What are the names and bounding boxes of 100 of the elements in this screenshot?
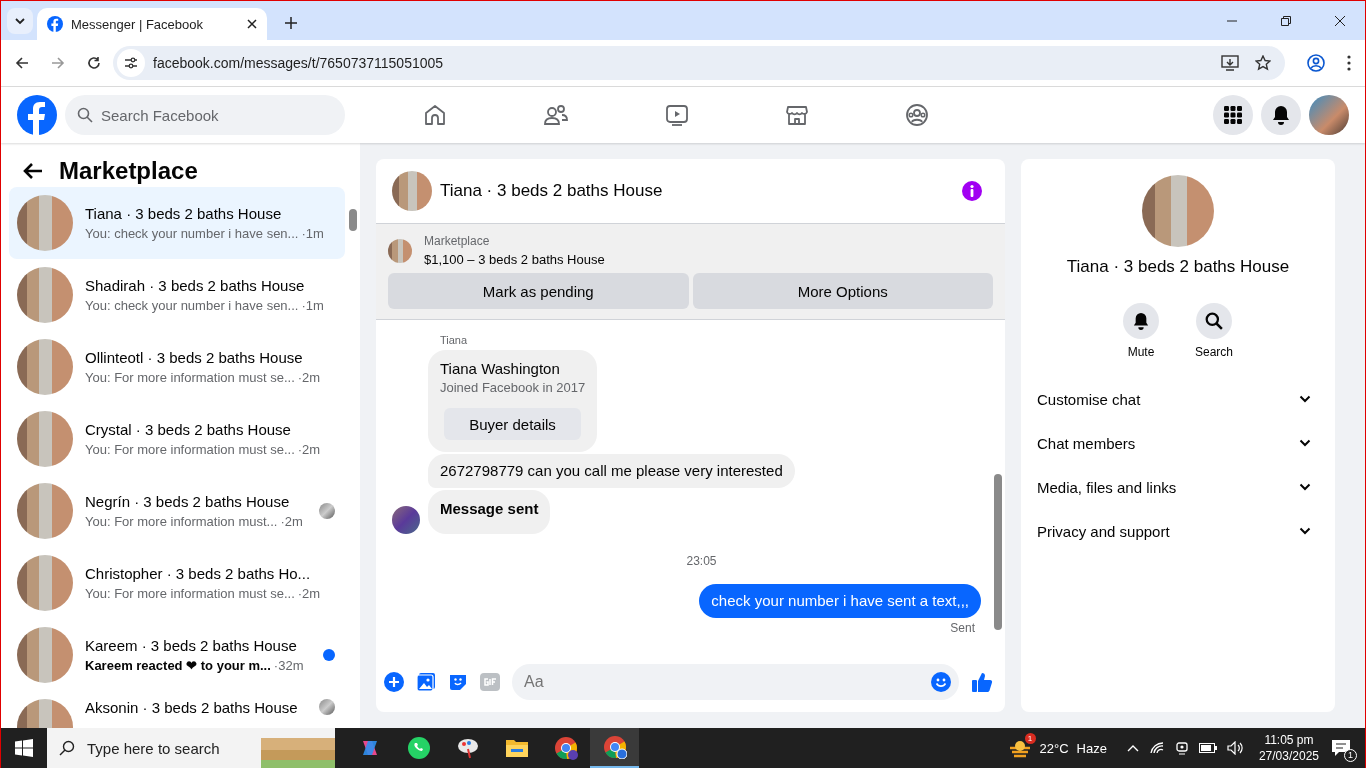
plus-icon[interactable] [384,672,404,692]
collapsible-section[interactable]: Chat members [1029,421,1327,465]
forward-icon[interactable] [51,56,65,70]
delivery-status: Sent [950,621,975,635]
marketplace-icon[interactable] [785,103,809,127]
conversation-name: Crystal · 3 beds 2 baths House [85,421,292,438]
notifications-button[interactable] [1261,95,1301,135]
camera-icon[interactable] [1174,741,1189,755]
new-tab-icon[interactable] [285,17,297,29]
browser-tab[interactable]: Messenger | Facebook [37,8,267,40]
listing-action-button[interactable]: Mark as pending [388,273,689,309]
search-button[interactable] [1196,303,1232,339]
temperature-text: 22°C [1039,740,1069,756]
weather-icon[interactable] [1007,738,1032,758]
conversation-item[interactable]: Christopher · 3 beds 2 baths Ho... You: For more information must se... ·2m [9,547,345,619]
info-icon[interactable] [961,180,983,202]
message-time: ·2m [297,586,321,601]
message-preview: Kareem reacted ❤ to your m... [85,658,271,673]
conversation-item[interactable]: Tiana · 3 beds 2 baths House You: check your number i have sen... ·1m [9,187,345,259]
message-time: ·1m [301,226,324,241]
clock[interactable]: 11:05 pm 27/03/2025 [1258,732,1319,764]
conversation-name: Negrín · 3 beds 2 baths House [85,493,291,510]
message-time: ·1m [301,298,324,313]
sidebar-title: Marketplace [59,157,198,185]
conversation-item[interactable]: Crystal · 3 beds 2 baths House You: For more information must se... ·2m [9,403,345,475]
chrome-app-icon[interactable] [590,728,639,768]
address-bar[interactable]: facebook.com/messages/t/7650737115051005 [113,46,1285,80]
message-time: ·2m [297,442,321,457]
emoji-icon[interactable] [931,672,951,692]
bookmark-star-icon[interactable] [1255,55,1271,71]
conversation-name: Ollinteotl · 3 beds 2 baths House [85,349,304,366]
house-photo-placeholder [17,339,73,395]
conversation-item[interactable]: Ollinteotl · 3 beds 2 baths House You: For more information must se... ·2m [9,331,345,403]
conversation-item[interactable]: Kareem · 3 beds 2 baths House Kareem reacted ❤ to your m... ·32m [9,619,345,691]
listing-action-button[interactable]: More Options [692,273,993,309]
house-photo-placeholder [17,411,73,467]
sender-name: Tiana [440,334,468,346]
windows-start-icon[interactable] [15,739,33,757]
bell-icon [1272,105,1290,125]
sticker-icon[interactable] [448,672,468,692]
notification-count: 1 [1344,749,1357,762]
search-field[interactable]: Search Facebook [65,95,345,135]
groups-icon[interactable] [905,103,929,127]
install-app-icon[interactable] [1221,55,1239,71]
search-icon [1205,312,1223,330]
chevron-down-icon [14,15,26,27]
home-icon[interactable] [423,103,447,127]
conversation-name: Christopher · 3 beds 2 baths Ho... [85,565,312,582]
seen-avatar [319,699,335,715]
battery-icon[interactable] [1198,743,1217,753]
back-arrow-icon[interactable] [23,162,43,180]
profile-icon[interactable] [1307,54,1325,72]
mute-button[interactable] [1123,303,1159,339]
back-icon[interactable] [15,56,29,70]
conversation-title: Tiana · 3 beds 2 baths House [1066,257,1290,277]
house-photo-placeholder [17,483,73,539]
clock-date: 27/03/2025 [1258,748,1319,764]
buyer-joined-text: Joined Facebook in 2017 [440,380,586,395]
message-input-field[interactable]: Aa [512,664,959,700]
reload-icon[interactable] [87,56,101,70]
volume-icon[interactable] [1226,741,1245,755]
message-preview: You: For more information must se... [85,586,295,601]
close-window-icon[interactable] [1335,16,1345,26]
message-bubble: check your number i have sent a text,,, [699,584,981,618]
seen-avatar [319,503,335,519]
url-text: facebook.com/messages/t/7650737115051005 [153,55,444,71]
message-time: ·32m [273,658,304,673]
house-photo-placeholder [392,171,432,211]
bell-icon [1133,312,1149,330]
buyer-details-button[interactable]: Buyer details [444,408,581,440]
menu-button[interactable] [1213,95,1253,135]
friends-icon[interactable] [543,103,569,127]
restore-icon[interactable] [1281,16,1291,26]
chevron-up-icon[interactable] [1126,744,1139,752]
timestamp: 23:05 [686,554,717,568]
close-icon[interactable] [247,19,257,29]
weather-condition: Haze [1076,740,1107,756]
conversation-item[interactable]: Negrín · 3 beds 2 baths House You: For more information must... ·2m [9,475,345,547]
profile-avatar[interactable] [1309,95,1349,135]
menu-icon[interactable] [1347,55,1351,71]
taskbar-search-field[interactable]: Type here to search [47,728,261,768]
house-photo-placeholder [388,238,412,263]
search-icon [77,107,93,123]
message-preview: You: For more information must se... [85,370,295,385]
conversation-item[interactable]: Shadirah · 3 beds 2 baths House You: check your number i have sen... ·1m [9,259,345,331]
facebook-logo-icon[interactable] [17,95,57,135]
thumbs-up-icon[interactable] [971,671,993,693]
message-preview: You: check your number i have sen... [85,226,299,241]
message-bubble: 2672798779 can you call me please very interested [428,454,795,488]
site-settings-icon[interactable] [117,49,145,77]
message-time: ·2m [297,370,321,385]
photo-icon[interactable] [416,672,436,692]
collapsible-section[interactable]: Privacy and support [1029,509,1327,553]
wifi-icon[interactable] [1148,741,1165,755]
tab-search-button[interactable] [7,8,33,34]
collapsible-section[interactable]: Media, files and links [1029,465,1327,509]
video-icon[interactable] [665,103,689,127]
collapsible-section[interactable]: Customise chat [1029,377,1327,421]
unread-dot [323,649,335,661]
notification-center-icon[interactable] [1331,739,1351,757]
